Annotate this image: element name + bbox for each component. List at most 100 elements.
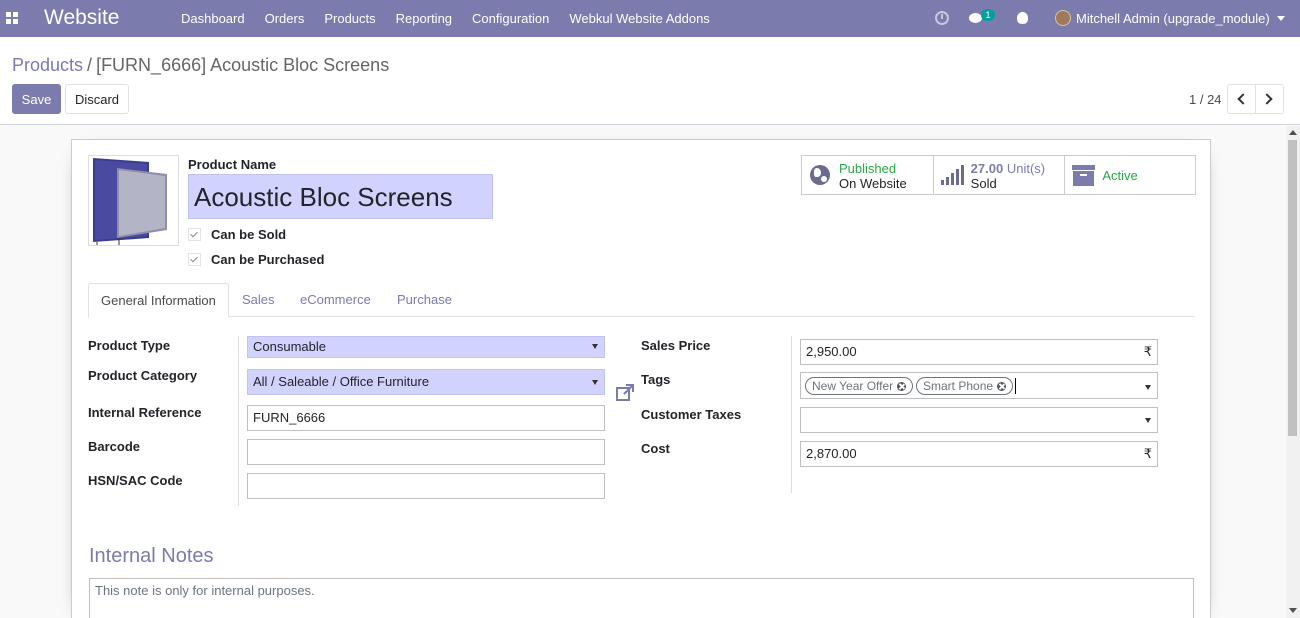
tab-ecommerce[interactable]: eCommerce [288, 283, 383, 317]
can-be-purchased-label: Can be Purchased [211, 252, 325, 267]
scroll-up-arrow-icon[interactable] [1289, 130, 1297, 135]
sales-price-label: Sales Price [641, 338, 711, 353]
tags-label: Tags [641, 372, 671, 387]
tags-input[interactable]: New Year Offer Smart Phone [800, 372, 1158, 399]
hsn-sac-code-label: HSN/SAC Code [88, 473, 183, 488]
active-label: Active [1102, 168, 1138, 183]
product-image[interactable] [88, 155, 179, 246]
tag-label: New Year Offer [812, 379, 894, 393]
tab-sales[interactable]: Sales [230, 283, 287, 317]
caret-down-icon [592, 344, 598, 349]
product-name-input[interactable]: Acoustic Bloc Screens [188, 174, 493, 219]
product-category-label: Product Category [88, 368, 198, 383]
menu-item-products[interactable]: Products [314, 0, 385, 37]
customer-taxes-input[interactable] [800, 407, 1158, 433]
tab-purchase[interactable]: Purchase [385, 283, 464, 317]
activity-clock-icon[interactable] [935, 11, 949, 25]
sold-unit: Unit(s) [1006, 161, 1046, 176]
remove-tag-icon[interactable] [997, 382, 1007, 391]
notebook-tabs: General Information Sales eCommerce Purc… [88, 283, 1195, 318]
product-type-label: Product Type [88, 338, 171, 353]
user-menu[interactable]: Mitchell Admin (upgrade_module) [1076, 11, 1270, 26]
can-be-sold-label: Can be Sold [211, 227, 287, 242]
menu-item-dashboard[interactable]: Dashboard [171, 0, 255, 37]
product-category-select[interactable]: All / Saleable / Office Furniture [247, 369, 605, 395]
can-be-purchased-checkbox[interactable] [188, 253, 201, 266]
smart-buttons: Published On Website 27.00 Unit(s) Sold … [801, 155, 1196, 195]
tag-badge: New Year Offer [805, 377, 914, 395]
user-menu-caret-icon[interactable] [1277, 16, 1285, 21]
sales-price-value: 2,950.00 [806, 344, 857, 359]
breadcrumb: Products / [FURN_6666] Acoustic Bloc Scree… [12, 55, 389, 76]
customer-taxes-label: Customer Taxes [641, 407, 742, 422]
barcode-input[interactable] [247, 439, 605, 465]
hsn-sac-code-input[interactable] [247, 473, 605, 499]
product-type-value: Consumable [253, 339, 326, 354]
chevron-left-icon [1237, 93, 1249, 105]
internal-notes-textarea[interactable]: This note is only for internal purposes. [89, 578, 1194, 618]
can-be-purchased-row: Can be Purchased [188, 252, 324, 267]
barcode-label: Barcode [88, 439, 141, 454]
scroll-down-arrow-icon[interactable] [1289, 608, 1297, 613]
pager-previous-button[interactable] [1227, 84, 1256, 114]
control-panel: Products / [FURN_6666] Acoustic Bloc Scree… [0, 37, 1300, 125]
rupee-icon: ₹ [1143, 446, 1152, 461]
pager-value[interactable]: 1 / 24 [1189, 92, 1222, 107]
cost-label: Cost [641, 441, 670, 456]
globe-icon [810, 165, 830, 185]
product-category-value: All / Saleable / Office Furniture [253, 374, 430, 389]
menu-item-orders[interactable]: Orders [255, 0, 315, 37]
debug-bug-icon[interactable] [1017, 12, 1028, 24]
menu-item-reporting[interactable]: Reporting [386, 0, 462, 37]
product-name-label: Product Name [188, 157, 277, 172]
external-link-icon[interactable] [616, 384, 634, 401]
breadcrumb-products-link[interactable]: Products [12, 55, 83, 75]
chat-badge: 1 [981, 9, 995, 21]
scroll-thumb[interactable] [1288, 140, 1297, 436]
top-navbar: Website Dashboard Orders Products Report… [0, 0, 1300, 37]
tab-general-information[interactable]: General Information [88, 283, 229, 318]
text-cursor [1015, 378, 1016, 394]
sold-quantity: 27.00 [970, 161, 1004, 176]
save-button[interactable]: Save [12, 84, 61, 114]
left-group-divider [238, 336, 239, 506]
internal-notes-title: Internal Notes [89, 545, 214, 567]
sold-label: Sold [970, 176, 997, 191]
apps-menu-icon[interactable] [6, 12, 18, 24]
can-be-sold-row: Can be Sold [188, 227, 286, 242]
internal-reference-label: Internal Reference [88, 405, 202, 420]
cost-value: 2,870.00 [806, 446, 857, 461]
main-menu: Dashboard Orders Products Reporting Conf… [171, 0, 720, 37]
published-button[interactable]: Published On Website [802, 156, 934, 194]
rupee-icon: ₹ [1143, 344, 1152, 359]
product-type-select[interactable]: Consumable [247, 336, 605, 358]
tag-badge: Smart Phone [916, 377, 1014, 395]
form-sheet: Product Name Acoustic Bloc Screens Can b… [71, 139, 1211, 618]
archive-icon [1072, 165, 1096, 186]
can-be-sold-checkbox[interactable] [188, 228, 201, 241]
right-group-divider [791, 336, 792, 493]
cost-input[interactable]: 2,870.00 ₹ [800, 441, 1158, 467]
sold-button[interactable]: 27.00 Unit(s) Sold [934, 156, 1066, 194]
vertical-scrollbar[interactable] [1286, 126, 1300, 618]
published-subtitle: On Website [839, 176, 907, 191]
breadcrumb-current: [FURN_6666] Acoustic Bloc Screens [96, 55, 390, 75]
breadcrumb-separator: / [87, 55, 93, 75]
published-status: Published [839, 161, 897, 176]
app-name[interactable]: Website [44, 6, 119, 30]
chevron-right-icon [1261, 93, 1273, 105]
caret-down-icon [592, 380, 598, 385]
internal-reference-input[interactable]: FURN_6666 [247, 405, 605, 431]
signal-bars-icon [940, 165, 965, 185]
discard-button[interactable]: Discard [65, 84, 129, 114]
active-toggle-button[interactable]: Active [1065, 156, 1195, 194]
menu-item-configuration[interactable]: Configuration [462, 0, 559, 37]
menu-item-webkul-addons[interactable]: Webkul Website Addons [559, 0, 719, 37]
pager-next-button[interactable] [1255, 84, 1284, 114]
sales-price-input[interactable]: 2,950.00 ₹ [800, 339, 1158, 365]
user-avatar[interactable] [1055, 10, 1071, 26]
form-view: Product Name Acoustic Bloc Screens Can b… [0, 126, 1286, 618]
caret-down-icon [1145, 385, 1151, 390]
remove-tag-icon[interactable] [897, 382, 907, 391]
tag-label: Smart Phone [923, 379, 994, 393]
